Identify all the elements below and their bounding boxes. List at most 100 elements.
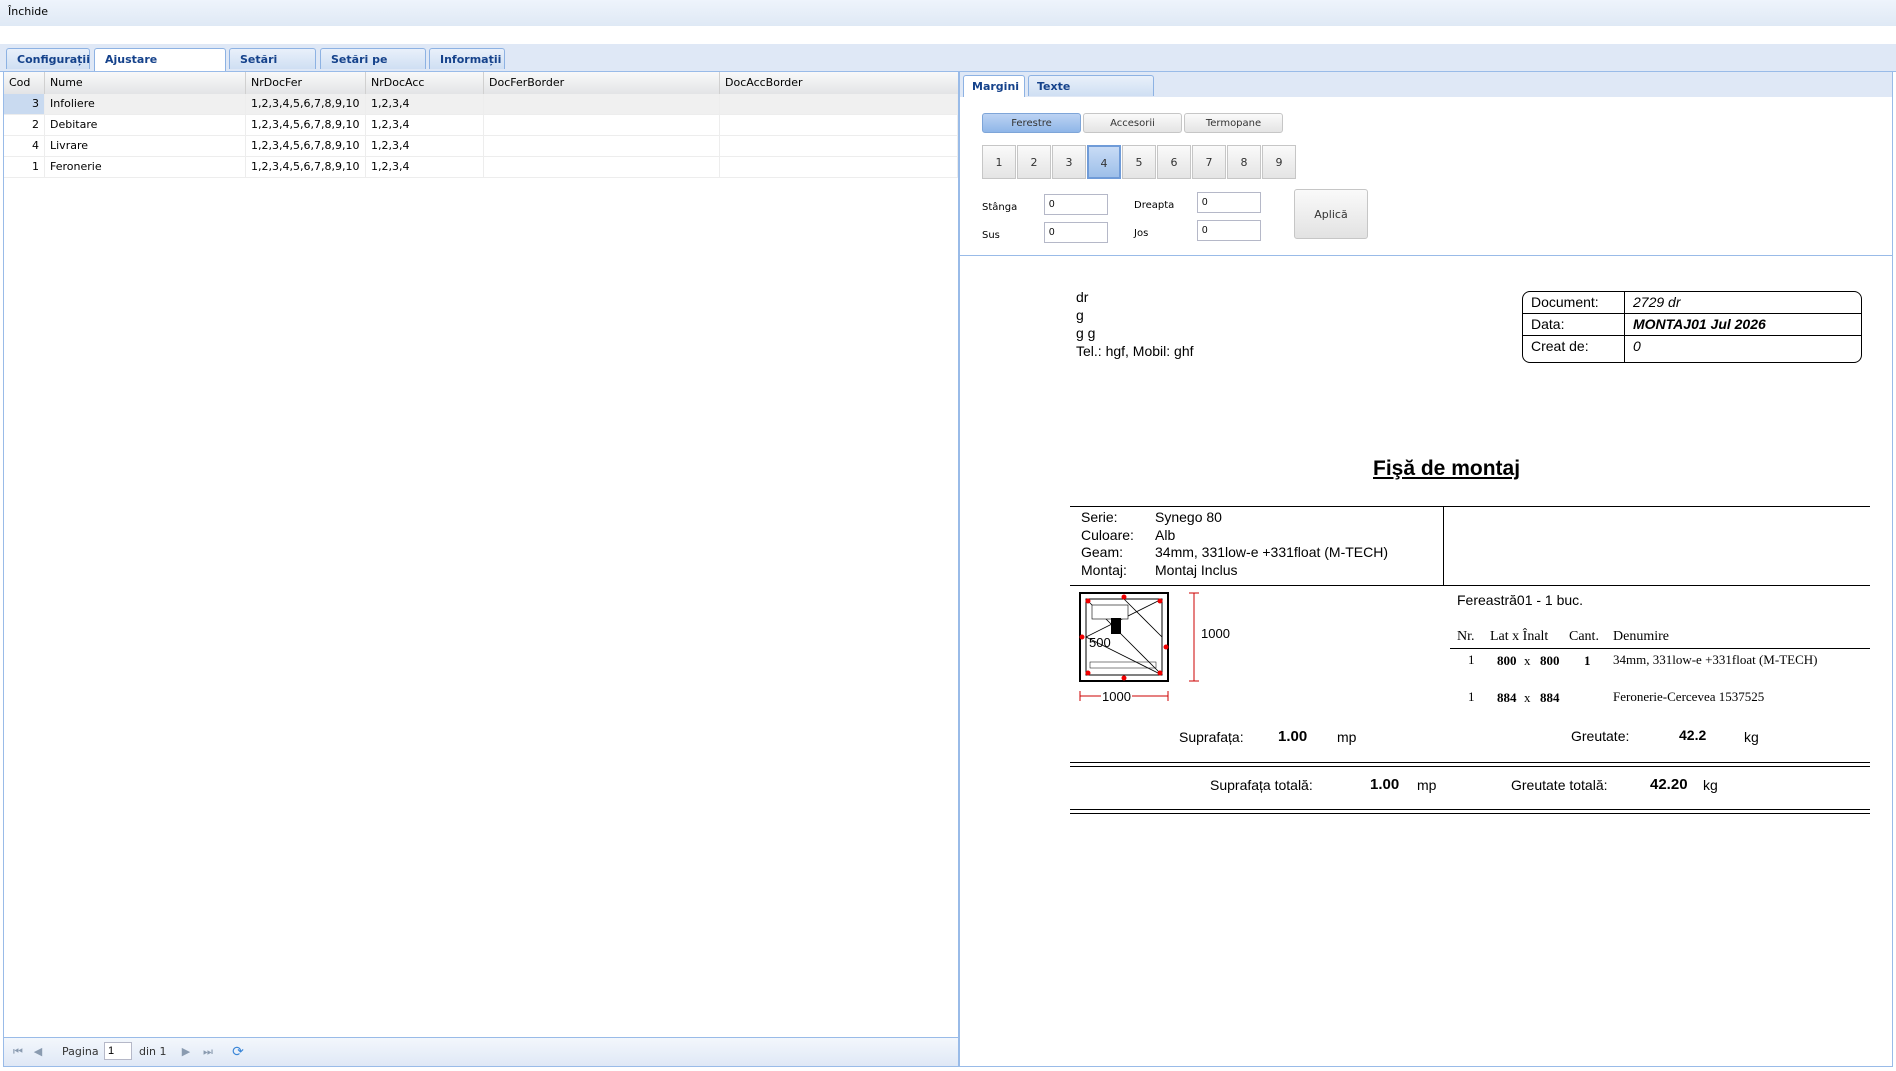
segment-accesorii[interactable]: Accesorii xyxy=(1083,113,1182,133)
last-page-icon[interactable]: ⏭ xyxy=(200,1044,216,1060)
margins-form: Ferestre Accesorii Termopane 1 2 3 4 5 6… xyxy=(960,97,1892,256)
cell-nume: Infoliere xyxy=(45,94,246,114)
suprafata-label: Suprafața: xyxy=(1179,729,1244,745)
total-suprafata-value: 1.00 xyxy=(1370,776,1400,793)
cell-docaccborder xyxy=(720,136,958,156)
number-button-6[interactable]: 6 xyxy=(1157,145,1191,179)
cell-docaccborder xyxy=(720,94,958,114)
document-title: Fişă de montaj xyxy=(1373,457,1521,480)
first-page-icon[interactable]: ⏮ xyxy=(10,1044,26,1060)
table-row[interactable]: 1 Feronerie 1,2,3,4,5,6,7,8,9,10 1,2,3,4 xyxy=(4,157,958,178)
item-title: Fereastră01 - 1 buc. xyxy=(1457,592,1584,608)
inner-dimension: 500 xyxy=(1089,635,1111,650)
grid-header: Cod Nume NrDocFer NrDocAcc DocFerBorder … xyxy=(4,72,958,95)
info-row: Document: 2729 dr xyxy=(1523,292,1861,314)
spec-value: Synego 80 xyxy=(1155,509,1222,525)
cell-cod: 4 xyxy=(4,136,45,156)
next-page-icon[interactable]: ▶ xyxy=(178,1044,194,1060)
address-line: g xyxy=(1076,307,1084,323)
table-row[interactable]: 4 Livrare 1,2,3,4,5,6,7,8,9,10 1,2,3,4 xyxy=(4,136,958,157)
cell-docferborder xyxy=(484,94,720,114)
info-value: 0 xyxy=(1633,338,1641,354)
tab-informatii[interactable]: Informații xyxy=(429,48,505,69)
dreapta-label: Dreapta xyxy=(1134,200,1175,211)
spec-label: Culoare: xyxy=(1081,527,1134,543)
info-label: Document: xyxy=(1531,294,1599,310)
cell-nrdocacc: 1,2,3,4 xyxy=(366,157,484,177)
cell-docaccborder xyxy=(720,157,958,177)
stanga-field[interactable] xyxy=(1044,194,1108,215)
row-inalt: 800 xyxy=(1540,653,1560,668)
grid-pager: ⏮ ◀ Pagina din 1 ▶ ⏭ ⟳ xyxy=(4,1037,958,1066)
documents-grid-panel: Cod Nume NrDocFer NrDocAcc DocFerBorder … xyxy=(3,71,959,1067)
number-button-3[interactable]: 3 xyxy=(1052,145,1086,179)
greutate-value: 42.2 xyxy=(1679,727,1707,743)
tab-configuratii[interactable]: Configurații xyxy=(6,48,90,69)
number-button-9[interactable]: 9 xyxy=(1262,145,1296,179)
cell-nrdocfer: 1,2,3,4,5,6,7,8,9,10 xyxy=(246,157,366,177)
info-label: Creat de: xyxy=(1531,338,1589,354)
column-header-docaccborder[interactable]: DocAccBorder xyxy=(720,72,958,94)
cell-nrdocacc: 1,2,3,4 xyxy=(366,136,484,156)
jos-field[interactable] xyxy=(1197,220,1261,241)
cell-nrdocacc: 1,2,3,4 xyxy=(366,115,484,135)
col-header-nr: Nr. xyxy=(1457,629,1475,644)
column-header-docferborder[interactable]: DocFerBorder xyxy=(484,72,720,94)
column-header-cod[interactable]: Cod xyxy=(4,72,45,94)
column-header-nrdocacc[interactable]: NrDocAcc xyxy=(366,72,484,94)
total-suprafata-unit: mp xyxy=(1417,777,1437,793)
tab-setari-pe-server[interactable]: Setări pe server xyxy=(320,48,426,87)
stanga-label: Stânga xyxy=(982,202,1018,213)
spec-label: Geam: xyxy=(1081,544,1124,560)
total-suprafata-label: Suprafața totală: xyxy=(1210,777,1313,793)
apply-button[interactable]: Aplică xyxy=(1294,189,1368,239)
sus-field[interactable] xyxy=(1044,222,1108,243)
refresh-icon[interactable]: ⟳ xyxy=(230,1044,246,1060)
row-denumire: Feronerie-Cercevea 1537525 xyxy=(1613,689,1765,704)
total-greutate-label: Greutate totală: xyxy=(1511,777,1608,793)
column-header-nrdocfer[interactable]: NrDocFer xyxy=(246,72,366,94)
page-number-input[interactable] xyxy=(104,1042,132,1060)
dreapta-field[interactable] xyxy=(1197,192,1261,213)
info-row: Creat de: 0 xyxy=(1523,336,1861,362)
number-button-1[interactable]: 1 xyxy=(982,145,1016,179)
cell-cod: 2 xyxy=(4,115,45,135)
row-cant: 1 xyxy=(1584,653,1591,668)
table-row[interactable]: 3 Infoliere 1,2,3,4,5,6,7,8,9,10 1,2,3,4 xyxy=(4,94,958,115)
close-button[interactable]: Închide xyxy=(8,5,48,18)
tab-ajustare-documente[interactable]: Ajustare documente xyxy=(94,48,226,87)
tab-margini[interactable]: Margini xyxy=(963,75,1025,97)
cell-nume: Debitare xyxy=(45,115,246,135)
info-value: MONTAJ01 Jul 2026 xyxy=(1633,316,1766,332)
spec-value: Alb xyxy=(1155,527,1176,543)
number-button-8[interactable]: 8 xyxy=(1227,145,1261,179)
row-x: x xyxy=(1524,653,1531,668)
col-header-lat-inalt: Lat x Înalt xyxy=(1490,629,1549,644)
tab-texte-suplimentare[interactable]: Texte suplimentare xyxy=(1028,75,1154,114)
document-preview: dr g g g Tel.: hgf, Mobil: ghf Document:… xyxy=(960,256,1892,1066)
cell-cod: 1 xyxy=(4,157,45,177)
total-greutate-unit: kg xyxy=(1703,777,1718,793)
main-tab-strip: Configurații Ajustare documente Setări l… xyxy=(0,44,1896,87)
toolbar-spacer xyxy=(0,26,1896,45)
segment-ferestre[interactable]: Ferestre xyxy=(982,113,1081,133)
cell-nume: Livrare xyxy=(45,136,246,156)
spec-value: Montaj Inclus xyxy=(1155,562,1238,578)
number-button-7[interactable]: 7 xyxy=(1192,145,1226,179)
number-button-2[interactable]: 2 xyxy=(1017,145,1051,179)
number-button-4[interactable]: 4 xyxy=(1087,145,1121,179)
segment-termopane[interactable]: Termopane xyxy=(1184,113,1283,133)
previous-page-icon[interactable]: ◀ xyxy=(30,1044,46,1060)
tab-setari-locale[interactable]: Setări locale xyxy=(229,48,316,87)
column-header-nume[interactable]: Nume xyxy=(45,72,246,94)
row-lat: 884 xyxy=(1497,690,1517,705)
number-button-5[interactable]: 5 xyxy=(1122,145,1156,179)
table-row[interactable]: 2 Debitare 1,2,3,4,5,6,7,8,9,10 1,2,3,4 xyxy=(4,115,958,136)
greutate-unit: kg xyxy=(1744,729,1759,745)
cell-docferborder xyxy=(484,115,720,135)
address-line: Tel.: hgf, Mobil: ghf xyxy=(1076,343,1194,359)
info-row: Data: MONTAJ01 Jul 2026 xyxy=(1523,314,1861,336)
width-dimension: 1000 xyxy=(1101,689,1132,704)
cell-nrdocfer: 1,2,3,4,5,6,7,8,9,10 xyxy=(246,94,366,114)
cell-nrdocfer: 1,2,3,4,5,6,7,8,9,10 xyxy=(246,115,366,135)
